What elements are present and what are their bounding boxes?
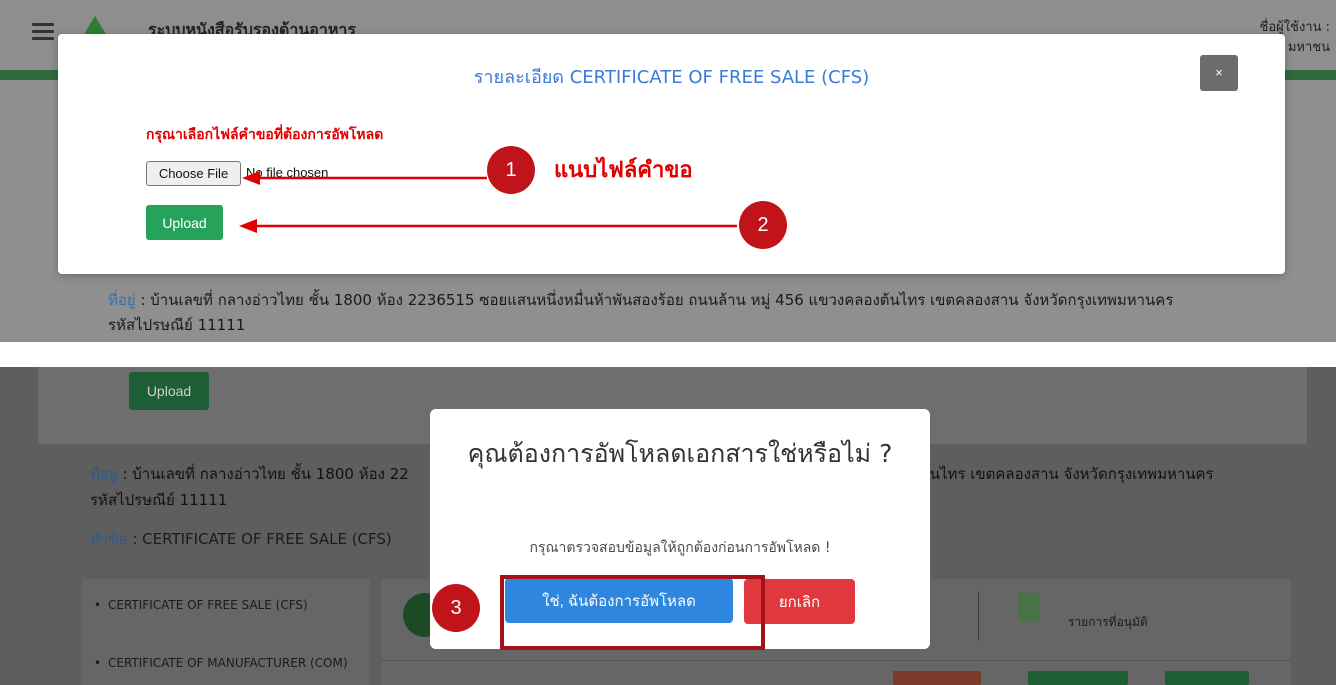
topic-key: หัวข้อ [90,530,128,548]
postal-code: รหัสไปรษณีย์ 11111 [108,316,246,334]
upload-button-dimmed: Upload [129,372,209,410]
step-2-marker: 2 [739,201,787,249]
document-type-sidebar: CERTIFICATE OF FREE SALE (CFS) CERTIFICA… [82,579,370,685]
postal-code-dimmed: รหัสไปรษณีย์ 11111 [90,491,228,509]
address-value: : บ้านเลขที่ กลางอ่าวไทย ชั้น 1800 ห้อง … [135,291,1174,309]
step-3-marker: 3 [432,584,480,632]
address-key-dimmed: ที่อยู่ [90,465,118,483]
step-1-marker: 1 [487,146,535,194]
sidebar-item-com[interactable]: CERTIFICATE OF MANUFACTURER (COM) [94,655,348,671]
address-text: ที่อยู่ : บ้านเลขที่ กลางอ่าวไทย ชั้น 18… [108,288,1258,338]
action-button-stub-1 [893,671,981,685]
no-file-text: No file chosen [246,165,329,180]
document-icon [1018,593,1040,621]
dialog-message: กรุณาตรวจสอบข้อมูลให้ถูกต้องก่อนการอัพโห… [529,540,831,556]
menu-icon[interactable] [32,23,54,44]
modal-title: รายละเอียด CERTIFICATE OF FREE SALE (CFS… [473,67,870,88]
action-button-stub-2 [1028,671,1128,685]
upload-instruction: กรุณาเลือกไฟล์คำขอที่ต้องการอัพโหลด [146,127,384,143]
choose-file-button[interactable]: Choose File [146,161,241,186]
address-key: ที่อยู่ [108,291,136,309]
approved-list-label[interactable]: รายการที่อนุมัติ [1068,613,1148,632]
card-divider [978,591,979,641]
logo-icon [84,16,106,34]
screenshot-bottom-panel: Upload ที่อยู่ : บ้านเลขที่ กลางอ่าวไทย … [0,367,1336,685]
action-button-stub-3 [1165,671,1249,685]
close-button[interactable]: × [1200,55,1238,91]
topic-row: หัวข้อ : CERTIFICATE OF FREE SALE (CFS) [90,527,392,551]
highlight-box [500,575,765,650]
card-separator [381,660,1291,661]
dialog-title: คุณต้องการอัพโหลดเอกสารใช่หรือไม่ ? [467,439,893,468]
upload-button[interactable]: Upload [146,205,223,240]
screenshot-top-panel: ระบบหนังสือรับรองด้านอาหาร ชื่อผู้ใช้งาน… [0,0,1336,342]
address-value-dimmed: : บ้านเลขที่ กลางอ่าวไทย ชั้น 1800 ห้อง … [117,465,409,483]
topic-value: : CERTIFICATE OF FREE SALE (CFS) [127,530,392,548]
step-1-label: แนบไฟล์คำขอ [554,158,693,183]
address-tail-dimmed: ต้นไทร เขตคลองสาน จังหวัดกรุงเทพมหานคร [920,465,1214,483]
sidebar-item-cfs[interactable]: CERTIFICATE OF FREE SALE (CFS) [94,597,348,613]
